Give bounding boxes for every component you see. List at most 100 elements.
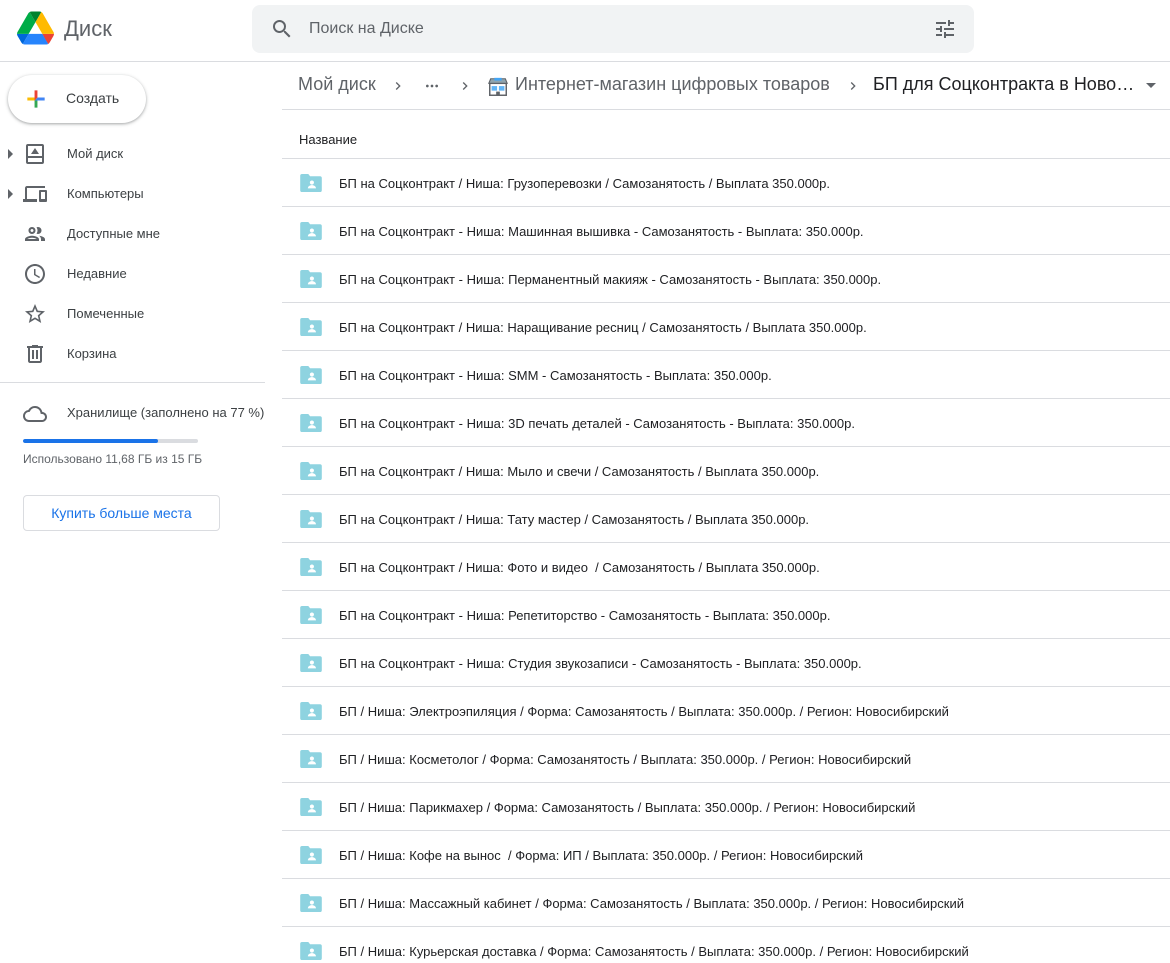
create-button-label: Создать [66, 90, 120, 106]
sidebar-item-shared[interactable]: Доступные мне [0, 214, 282, 254]
create-button[interactable]: Создать [8, 75, 146, 123]
file-name: БП на Соцконтракт - Ниша: Репетиторство … [339, 608, 831, 623]
breadcrumb-parent[interactable]: Интернет-магазин цифровых товаров [515, 74, 830, 95]
google-drive-logo-icon[interactable] [17, 11, 54, 45]
shared-folder-icon [300, 222, 322, 240]
main-content: Мой диск Интернет-магазин цифровых товар… [282, 62, 1170, 963]
chevron-right-icon [462, 82, 468, 90]
plus-icon [27, 90, 45, 108]
sidebar-divider [0, 382, 265, 383]
shared-folder-icon [300, 366, 322, 384]
drive-icon [26, 144, 44, 164]
table-row[interactable]: БП / Ниша: Курьерская доставка / Форма: … [282, 927, 1170, 963]
clock-icon [25, 264, 45, 284]
shared-folder-icon [300, 750, 322, 768]
star-icon [25, 304, 45, 323]
shared-folder-icon [300, 798, 322, 816]
table-row[interactable]: БП на Соцконтракт / Ниша: Мыло и свечи /… [282, 447, 1170, 495]
sidebar-item-starred[interactable]: Помеченные [0, 294, 282, 334]
sidebar-item-my-drive[interactable]: Мой диск [0, 134, 282, 174]
shared-folder-icon [300, 174, 322, 192]
chevron-right-icon [850, 82, 856, 90]
search-bar[interactable] [252, 5, 974, 53]
sidebar-item-label: Мой диск [67, 146, 124, 161]
column-name-header[interactable]: Название [299, 132, 357, 147]
sidebar-item-computers[interactable]: Компьютеры [0, 174, 282, 214]
storage-title[interactable]: Хранилище (заполнено на 77 %) [67, 405, 264, 420]
trash-icon [27, 345, 43, 363]
table-row[interactable]: БП / Ниша: Косметолог / Форма: Самозанят… [282, 735, 1170, 783]
sidebar-item-recent[interactable]: Недавние [0, 254, 282, 294]
file-name: БП / Ниша: Массажный кабинет / Форма: Са… [339, 896, 964, 911]
sidebar: Создать Мой диск Компьютеры Доступные мн… [0, 62, 282, 963]
top-bar: Диск [0, 0, 1170, 62]
column-header: Название [282, 110, 1170, 159]
expand-arrow-icon[interactable] [8, 149, 13, 159]
file-name: БП / Ниша: Электроэпиляция / Форма: Само… [339, 704, 949, 719]
shared-folder-icon [300, 318, 322, 336]
file-name: БП на Соцконтракт / Ниша: Грузоперевозки… [339, 176, 831, 191]
table-row[interactable]: БП на Соцконтракт - Ниша: SMM - Самозаня… [282, 351, 1170, 399]
sidebar-item-label: Доступные мне [67, 226, 161, 241]
table-row[interactable]: БП / Ниша: Массажный кабинет / Форма: Са… [282, 879, 1170, 927]
shared-folder-icon [300, 702, 322, 720]
file-name: БП на Соцконтракт / Ниша: Наращивание ре… [339, 320, 867, 335]
shared-folder-icon [300, 270, 322, 288]
table-row[interactable]: БП на Соцконтракт - Ниша: 3D печать дета… [282, 399, 1170, 447]
table-row[interactable]: БП на Соцконтракт / Ниша: Грузоперевозки… [282, 159, 1170, 207]
more-horizontal-icon[interactable] [422, 78, 442, 94]
table-row[interactable]: БП на Соцконтракт / Ниша: Наращивание ре… [282, 303, 1170, 351]
shared-folder-icon [300, 654, 322, 672]
table-row[interactable]: БП / Ниша: Электроэпиляция / Форма: Само… [282, 687, 1170, 735]
file-name: БП на Соцконтракт - Ниша: Перманентный м… [339, 272, 882, 287]
file-name: БП на Соцконтракт / Ниша: Фото и видео /… [339, 560, 820, 575]
sidebar-item-label: Помеченные [67, 306, 145, 321]
shared-folder-icon [300, 414, 322, 432]
shared-folder-icon [300, 894, 322, 912]
table-row[interactable]: БП на Соцконтракт / Ниша: Тату мастер / … [282, 495, 1170, 543]
breadcrumb-root[interactable]: Мой диск [298, 74, 376, 95]
storage-used-text: Использовано 11,68 ГБ из 15 ГБ [23, 452, 203, 466]
sidebar-item-label: Корзина [67, 346, 117, 361]
computers-icon [23, 186, 47, 202]
shop-icon [488, 77, 508, 96]
sidebar-item-label: Компьютеры [67, 186, 144, 201]
app-title: Диск [64, 16, 112, 41]
table-row[interactable]: БП на Соцконтракт / Ниша: Фото и видео /… [282, 543, 1170, 591]
expand-arrow-icon[interactable] [8, 189, 13, 199]
shared-folder-icon [300, 462, 322, 480]
table-row[interactable]: БП на Соцконтракт - Ниша: Студия звукоза… [282, 639, 1170, 687]
table-row[interactable]: БП на Соцконтракт - Ниша: Машинная вышив… [282, 207, 1170, 255]
file-list: БП на Соцконтракт / Ниша: Грузоперевозки… [282, 159, 1170, 963]
file-name: БП / Ниша: Курьерская доставка / Форма: … [339, 944, 969, 959]
file-name: БП на Соцконтракт / Ниша: Мыло и свечи /… [339, 464, 820, 479]
cloud-icon [23, 406, 47, 422]
storage-progress-fill [23, 439, 158, 443]
table-row[interactable]: БП / Ниша: Парикмахер / Форма: Самозанят… [282, 783, 1170, 831]
shared-folder-icon [300, 606, 322, 624]
sidebar-item-trash[interactable]: Корзина [0, 334, 282, 374]
breadcrumb: Мой диск Интернет-магазин цифровых товар… [282, 62, 1170, 110]
shared-folder-icon [300, 510, 322, 528]
shared-folder-icon [300, 942, 322, 960]
file-name: БП на Соцконтракт - Ниша: SMM - Самозаня… [339, 368, 772, 383]
shared-icon [25, 227, 45, 241]
file-name: БП на Соцконтракт / Ниша: Тату мастер / … [339, 512, 810, 527]
shared-folder-icon [300, 558, 322, 576]
table-row[interactable]: БП / Ниша: Кофе на вынос / Форма: ИП / В… [282, 831, 1170, 879]
dropdown-arrow-icon[interactable] [1146, 83, 1156, 88]
table-row[interactable]: БП на Соцконтракт - Ниша: Репетиторство … [282, 591, 1170, 639]
breadcrumb-current[interactable]: БП для Соцконтракта в Новосибирске [873, 74, 1143, 95]
search-icon[interactable] [270, 17, 294, 41]
shared-folder-icon [300, 846, 322, 864]
chevron-right-icon [395, 82, 401, 90]
search-options-icon[interactable] [933, 17, 957, 41]
table-row[interactable]: БП на Соцконтракт - Ниша: Перманентный м… [282, 255, 1170, 303]
buy-storage-button[interactable]: Купить больше места [23, 495, 220, 531]
file-name: БП на Соцконтракт - Ниша: Машинная вышив… [339, 224, 864, 239]
sidebar-item-label: Недавние [67, 266, 127, 281]
file-name: БП на Соцконтракт - Ниша: Студия звукоза… [339, 656, 862, 671]
search-input[interactable] [309, 13, 909, 45]
file-name: БП / Ниша: Косметолог / Форма: Самозанят… [339, 752, 912, 767]
file-name: БП / Ниша: Парикмахер / Форма: Самозанят… [339, 800, 916, 815]
